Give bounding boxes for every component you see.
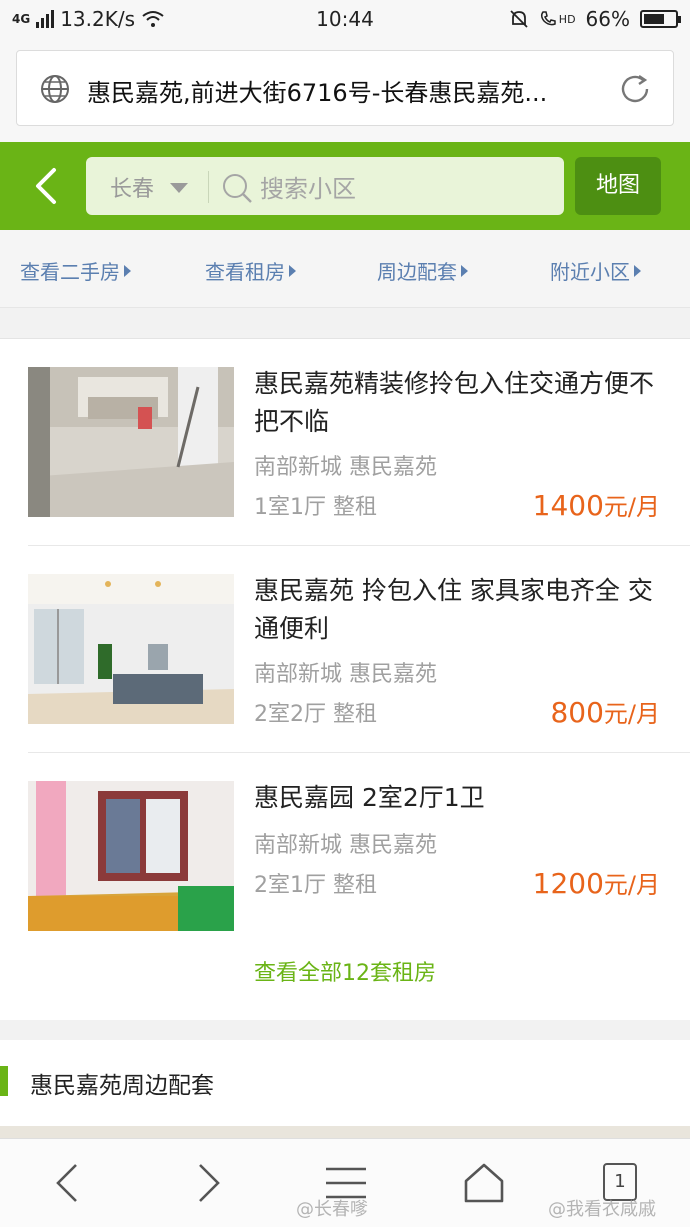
reload-icon[interactable] — [617, 71, 653, 107]
listing-photo — [28, 367, 234, 517]
listing-photo — [28, 574, 234, 724]
home-icon[interactable] — [462, 1161, 506, 1205]
rental-list: 惠民嘉苑精装修拎包入住交通方便不把不临 南部新城 惠民嘉苑 1室1厅 整租 14… — [0, 338, 690, 1020]
listing-location: 南部新城 惠民嘉苑 — [254, 833, 437, 858]
section-accent-bar — [0, 1066, 8, 1096]
browser-address-area: 惠民嘉苑,前进大街6716号-长春惠民嘉苑... — [0, 38, 690, 142]
listing-item[interactable]: 惠民嘉园 2室2厅1卫 南部新城 惠民嘉苑 2室1厅 整租 1200元/月 — [0, 753, 690, 960]
status-right: HD 66% — [509, 7, 681, 31]
mute-bell-icon — [510, 10, 528, 28]
battery-icon — [640, 10, 681, 28]
surrounding-section: 惠民嘉苑周边配套 — [0, 1040, 690, 1126]
battery-fill — [644, 14, 664, 24]
chevron-right-icon — [289, 265, 296, 277]
volte-icon: HD — [539, 10, 576, 28]
phone-icon — [540, 11, 556, 26]
chevron-right-icon — [634, 265, 641, 277]
tab-rental[interactable]: 查看租房 — [205, 256, 296, 285]
listing-item[interactable]: 惠民嘉苑 拎包入住 家具家电齐全 交通便利 南部新城 惠民嘉苑 2室2厅 整租 … — [0, 546, 690, 753]
status-bar: 4G 13.2K/s 10:44 HD 66% — [0, 0, 690, 38]
map-button[interactable]: 地图 — [575, 157, 661, 215]
url-text[interactable]: 惠民嘉苑,前进大街6716号-长春惠民嘉苑... — [87, 73, 607, 108]
listing-rooms: 2室2厅 整租 — [254, 702, 377, 727]
section-tabs: 查看二手房 查看租房 周边配套 附近小区 — [0, 230, 690, 308]
watermark: @我看衣咸戚 — [548, 1199, 656, 1220]
listing-price: 1200元/月 — [532, 867, 660, 900]
battery-percent: 66% — [585, 7, 630, 31]
back-icon[interactable] — [46, 1161, 90, 1205]
search-box: 长春 搜索小区 — [86, 157, 564, 215]
city-selector[interactable]: 长春 — [110, 171, 154, 203]
listing-item[interactable]: 惠民嘉苑精装修拎包入住交通方便不把不临 南部新城 惠民嘉苑 1室1厅 整租 14… — [0, 339, 690, 546]
listing-rooms: 1室1厅 整租 — [254, 495, 377, 520]
site-header: 长春 搜索小区 地图 — [0, 142, 690, 230]
listing-title: 惠民嘉苑 拎包入住 家具家电齐全 交通便利 — [254, 576, 653, 643]
listing-location: 南部新城 惠民嘉苑 — [254, 662, 437, 687]
listing-photo — [28, 781, 234, 931]
browser-toolbar: 1 @长春嗲 @我看衣咸戚 — [0, 1138, 690, 1227]
map-preview[interactable] — [0, 1126, 690, 1138]
chevron-right-icon — [124, 265, 131, 277]
listing-price: 800元/月 — [550, 696, 660, 729]
search-icon — [223, 174, 252, 203]
tab-surrounding[interactable]: 周边配套 — [377, 256, 468, 285]
globe-icon — [41, 75, 69, 103]
caret-down-icon[interactable] — [170, 183, 188, 193]
section-title: 惠民嘉苑周边配套 — [30, 1073, 214, 1099]
tab-second-hand[interactable]: 查看二手房 — [20, 256, 131, 285]
back-arrow-icon[interactable] — [26, 164, 66, 208]
tab-nearby-communities[interactable]: 附近小区 — [550, 256, 641, 285]
listing-rooms: 2室1厅 整租 — [254, 873, 377, 898]
listing-location: 南部新城 惠民嘉苑 — [254, 455, 437, 480]
forward-icon[interactable] — [186, 1161, 230, 1205]
listing-title: 惠民嘉园 2室2厅1卫 — [254, 783, 485, 812]
listing-price: 1400元/月 — [532, 489, 660, 522]
search-input[interactable]: 搜索小区 — [260, 169, 356, 204]
view-all-rentals-link[interactable]: 查看全部12套租房 — [0, 955, 690, 987]
listing-title: 惠民嘉苑精装修拎包入住交通方便不把不临 — [254, 369, 655, 436]
address-bar[interactable]: 惠民嘉苑,前进大街6716号-长春惠民嘉苑... — [16, 50, 674, 126]
watermark: @长春嗲 — [296, 1199, 368, 1220]
divider — [208, 171, 209, 203]
chevron-right-icon — [461, 265, 468, 277]
